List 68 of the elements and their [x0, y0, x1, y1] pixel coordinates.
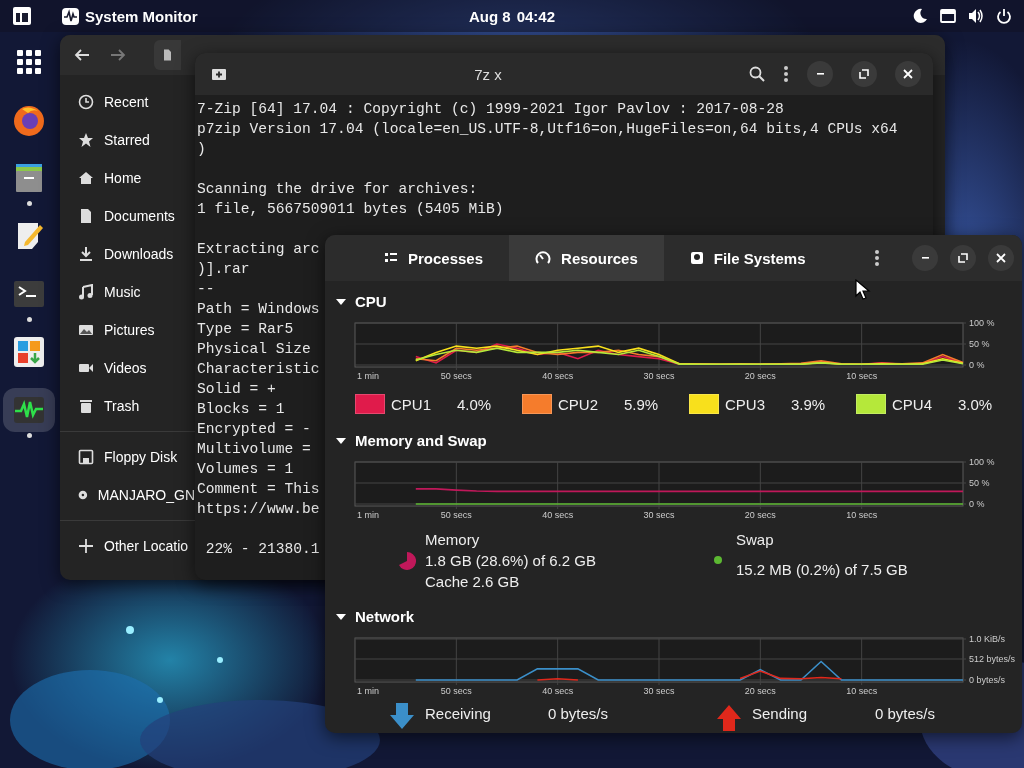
axis-label: 30 secs — [643, 686, 675, 696]
terminal-line: 7-Zip [64] 17.04 : Copyright (c) 1999-2021 Igor Pavlov : 2017-08-28 — [197, 101, 784, 117]
legend-value: 15.2 MB (0.2%) of 7.5 GB — [736, 560, 908, 580]
axis-label: 0 % — [969, 499, 985, 509]
legend-label: Receiving — [425, 705, 492, 722]
legend-value: 0 bytes/s — [875, 705, 936, 722]
section-title: CPU — [355, 293, 387, 310]
section-title: Memory and Swap — [355, 432, 487, 449]
legend-value: 4.0% — [457, 395, 492, 413]
terminal-line: -- — [197, 281, 215, 297]
axis-label: 512 bytes/s — [969, 654, 1016, 664]
legend-value: Cache 2.6 GB — [425, 572, 521, 592]
terminal-line: Physical Size — [197, 341, 311, 357]
terminal-line: Characteristic — [197, 361, 320, 377]
legend-value: 1.8 GB (28.6%) of 6.2 GB — [425, 551, 596, 571]
terminal-line: Volumes = 1 — [197, 461, 294, 477]
axis-label: 10 secs — [846, 371, 878, 381]
legend-value: 3.0% — [958, 395, 993, 413]
terminal-line: Scanning the drive for archives: — [197, 181, 478, 197]
axis-label: 30 secs — [643, 510, 675, 520]
legend-label: CPU1 — [391, 395, 431, 413]
terminal-line: Type = Rar5 — [197, 321, 294, 337]
axis-label: 50 % — [969, 339, 990, 349]
axis-label: 0 bytes/s — [969, 675, 1006, 685]
terminal-line: Path = Windows — [197, 301, 320, 317]
axis-label: 50 % — [969, 478, 990, 488]
legend-label: CPU3 — [725, 395, 765, 413]
axis-label: 0 % — [969, 360, 985, 370]
terminal-line: 22% - 21380.1 — [204, 541, 320, 557]
axis-label: 100 % — [969, 457, 995, 467]
terminal-line: Extracting arc — [197, 241, 320, 257]
axis-label: 50 secs — [440, 371, 472, 381]
section-title: Network — [355, 608, 415, 625]
axis-label: 30 secs — [643, 371, 675, 381]
legend-value: 3.9% — [791, 395, 826, 413]
axis-label: 20 secs — [744, 510, 776, 520]
axis-label: 1.0 KiB/s — [969, 634, 1006, 644]
terminal-line: p7zip Version 17.04 (locale=en_US.UTF-8,Utf16=on,HugeFiles=on,64 bits,4 CPUs x64 — [197, 121, 898, 137]
legend-label: Swap — [736, 530, 775, 550]
terminal-line: Encrypted = - — [197, 421, 311, 437]
legend-label: Sending — [752, 705, 809, 722]
axis-label: 20 secs — [744, 371, 776, 381]
axis-label: 100 % — [969, 318, 995, 328]
axis-label: 50 secs — [440, 686, 472, 696]
axis-label: 40 secs — [542, 371, 574, 381]
terminal-line: Multivolume = — [197, 441, 311, 457]
axis-label: 1 min — [357, 686, 379, 696]
terminal-line: Comment = This — [197, 481, 320, 497]
terminal-line: )].rar — [197, 261, 250, 277]
axis-label: 20 secs — [744, 686, 776, 696]
axis-label: 1 min — [357, 510, 379, 520]
axis-label: 1 min — [357, 371, 379, 381]
terminal-line: ) — [197, 141, 206, 157]
terminal-line: Solid = + — [197, 381, 276, 397]
terminal-line: 1 file, 5667509011 bytes (5405 MiB) — [197, 201, 504, 217]
axis-label: 10 secs — [846, 510, 878, 520]
window-title: 7z x — [473, 65, 503, 83]
legend-label: Memory — [425, 530, 481, 550]
legend-label: CPU4 — [892, 395, 932, 413]
axis-label: 40 secs — [542, 686, 574, 696]
legend-value: 0 bytes/s — [548, 705, 609, 722]
axis-label: 10 secs — [846, 686, 878, 696]
axis-label: 50 secs — [440, 510, 472, 520]
terminal-line: Blocks = 1 — [197, 401, 285, 417]
legend-label: CPU2 — [558, 395, 598, 413]
legend-value: 5.9% — [624, 395, 659, 413]
terminal-line: https://www.be — [197, 501, 320, 517]
axis-label: 40 secs — [542, 510, 574, 520]
